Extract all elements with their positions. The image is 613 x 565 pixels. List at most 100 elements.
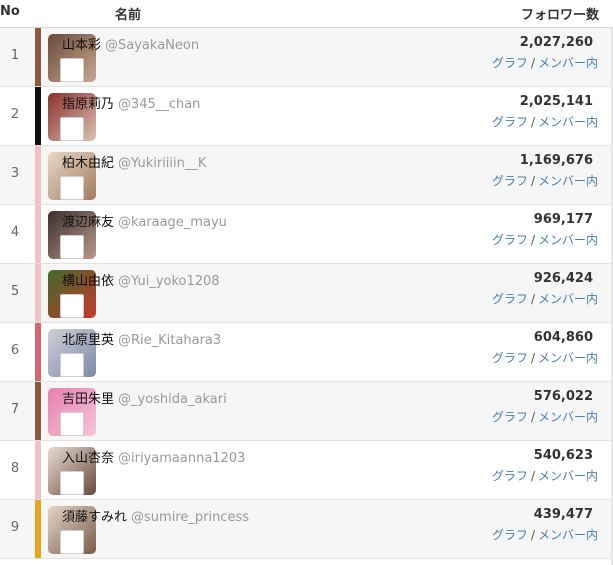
member-name[interactable]: 吉田朱里 (62, 392, 114, 407)
follower-count: 926,424 (533, 271, 593, 286)
member-name[interactable]: 北原里英 (62, 333, 114, 348)
twitter-handle[interactable]: @Rie_Kitahara3 (118, 333, 221, 348)
table-row: 4 渡辺麻友 @karaage_mayu 969,177 グラフ / メンバー内 (0, 205, 613, 264)
twitter-handle[interactable]: @karaage_mayu (118, 215, 227, 230)
twitter-handle[interactable]: @iriyamaanna1203 (118, 451, 245, 466)
member-rank-link[interactable]: メンバー内 (538, 115, 598, 129)
link-separator: / (530, 528, 535, 542)
team-color-bar (35, 441, 41, 499)
graph-link[interactable]: グラフ (492, 233, 528, 247)
twitter-handle[interactable]: @SayakaNeon (105, 38, 199, 53)
rank-number: 8 (10, 461, 20, 476)
team-color-bar (35, 264, 41, 322)
ranking-list: 1 山本彩 @SayakaNeon 2,027,260 グラフ / メンバー内 2 指… (0, 28, 613, 559)
image-placeholder-icon (60, 58, 84, 82)
follower-count: 1,169,676 (519, 153, 593, 168)
image-placeholder-icon (60, 412, 84, 436)
follower-count: 2,025,141 (519, 94, 593, 109)
row-links: グラフ / メンバー内 (492, 54, 598, 71)
table-row: 2 指原莉乃 @345__chan 2,025,141 グラフ / メンバー内 (0, 87, 613, 146)
follower-count: 969,177 (533, 212, 593, 227)
rank-number: 3 (10, 166, 20, 181)
image-placeholder-icon (60, 530, 84, 554)
table-row: 5 横山由依 @Yui_yoko1208 926,424 グラフ / メンバー内 (0, 264, 613, 323)
rank-number: 6 (10, 343, 20, 358)
follower-count: 2,027,260 (519, 35, 593, 50)
table-row: 8 入山杏奈 @iriyamaanna1203 540,623 グラフ / メンバー内 (0, 441, 613, 500)
link-separator: / (530, 469, 535, 483)
twitter-handle[interactable]: @_yoshida_akari (118, 392, 227, 407)
team-color-bar (35, 28, 41, 86)
member-name-line: 渡辺麻友 @karaage_mayu (62, 211, 227, 230)
row-links: グラフ / メンバー内 (492, 526, 598, 543)
team-color-bar (35, 323, 41, 381)
twitter-handle[interactable]: @sumire_princess (131, 510, 249, 525)
row-links: グラフ / メンバー内 (492, 231, 598, 248)
graph-link[interactable]: グラフ (492, 115, 528, 129)
graph-link[interactable]: グラフ (492, 351, 528, 365)
member-name-line: 山本彩 @SayakaNeon (62, 34, 199, 53)
image-placeholder-icon (60, 294, 84, 318)
team-color-bar (35, 146, 41, 204)
header-no: No (0, 4, 20, 19)
link-separator: / (530, 233, 535, 247)
link-separator: / (530, 115, 535, 129)
rank-number: 7 (10, 402, 20, 417)
follower-count: 439,477 (533, 507, 593, 522)
member-name-line: 横山由依 @Yui_yoko1208 (62, 270, 220, 289)
row-links: グラフ / メンバー内 (492, 172, 598, 189)
row-links: グラフ / メンバー内 (492, 290, 598, 307)
member-name-line: 吉田朱里 @_yoshida_akari (62, 388, 227, 407)
member-name[interactable]: 指原莉乃 (62, 97, 114, 112)
table-row: 1 山本彩 @SayakaNeon 2,027,260 グラフ / メンバー内 (0, 28, 613, 87)
member-name-line: 指原莉乃 @345__chan (62, 93, 200, 112)
member-name-line: 北原里英 @Rie_Kitahara3 (62, 329, 221, 348)
twitter-handle[interactable]: @Yui_yoko1208 (118, 274, 220, 289)
member-rank-link[interactable]: メンバー内 (538, 292, 598, 306)
graph-link[interactable]: グラフ (492, 469, 528, 483)
member-rank-link[interactable]: メンバー内 (538, 233, 598, 247)
member-name-line: 入山杏奈 @iriyamaanna1203 (62, 447, 245, 466)
image-placeholder-icon (60, 353, 84, 377)
row-links: グラフ / メンバー内 (492, 408, 598, 425)
twitter-handle[interactable]: @Yukiriiiin__K (118, 156, 206, 171)
member-rank-link[interactable]: メンバー内 (538, 351, 598, 365)
link-separator: / (530, 351, 535, 365)
team-color-bar (35, 87, 41, 145)
graph-link[interactable]: グラフ (492, 410, 528, 424)
follower-count: 576,022 (533, 389, 593, 404)
member-name-line: 須藤すみれ @sumire_princess (62, 506, 249, 525)
member-name[interactable]: 横山由依 (62, 274, 114, 289)
member-rank-link[interactable]: メンバー内 (538, 528, 598, 542)
member-name[interactable]: 山本彩 (62, 38, 101, 53)
member-name[interactable]: 柏木由紀 (62, 156, 114, 171)
header-name[interactable]: 名前 (115, 4, 141, 23)
link-separator: / (530, 56, 535, 70)
member-name-line: 柏木由紀 @Yukiriiiin__K (62, 152, 206, 171)
row-links: グラフ / メンバー内 (492, 467, 598, 484)
link-separator: / (530, 174, 535, 188)
graph-link[interactable]: グラフ (492, 174, 528, 188)
graph-link[interactable]: グラフ (492, 292, 528, 306)
image-placeholder-icon (60, 235, 84, 259)
table-header: No 名前 フォロワー数 (0, 0, 613, 28)
rank-number: 2 (10, 107, 20, 122)
graph-link[interactable]: グラフ (492, 528, 528, 542)
graph-link[interactable]: グラフ (492, 56, 528, 70)
team-color-bar (35, 500, 41, 558)
member-name[interactable]: 入山杏奈 (62, 451, 114, 466)
member-name[interactable]: 須藤すみれ (62, 510, 127, 525)
header-followers[interactable]: フォロワー数 (521, 4, 599, 23)
member-rank-link[interactable]: メンバー内 (538, 410, 598, 424)
team-color-bar (35, 205, 41, 263)
image-placeholder-icon (60, 471, 84, 495)
rank-number: 1 (10, 48, 20, 63)
twitter-handle[interactable]: @345__chan (118, 97, 200, 112)
rank-number: 4 (10, 225, 20, 240)
member-name[interactable]: 渡辺麻友 (62, 215, 114, 230)
member-rank-link[interactable]: メンバー内 (538, 174, 598, 188)
member-rank-link[interactable]: メンバー内 (538, 469, 598, 483)
member-rank-link[interactable]: メンバー内 (538, 56, 598, 70)
image-placeholder-icon (60, 176, 84, 200)
row-links: グラフ / メンバー内 (492, 349, 598, 366)
